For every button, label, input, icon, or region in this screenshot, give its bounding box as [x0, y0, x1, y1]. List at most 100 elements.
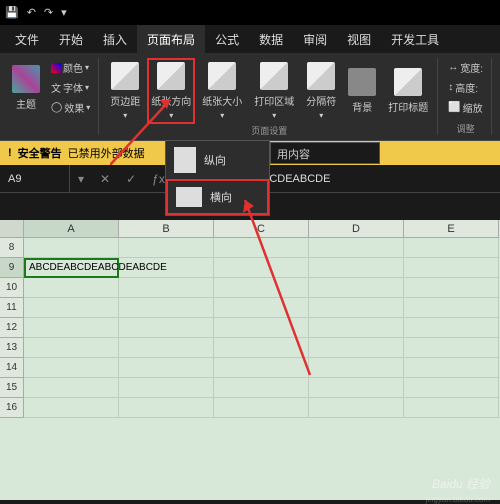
cell[interactable]	[404, 398, 499, 418]
cell[interactable]	[119, 318, 214, 338]
cell[interactable]	[214, 398, 309, 418]
menu-home[interactable]: 开始	[49, 25, 93, 54]
cell[interactable]	[119, 398, 214, 418]
cell[interactable]	[214, 278, 309, 298]
cancel-icon[interactable]: ✕	[92, 172, 118, 186]
cell[interactable]	[404, 278, 499, 298]
menu-review[interactable]: 审阅	[293, 25, 337, 54]
size-button[interactable]: 纸张大小▾	[197, 59, 247, 123]
cell[interactable]	[214, 338, 309, 358]
cell[interactable]	[119, 358, 214, 378]
save-icon[interactable]: 💾	[5, 6, 19, 19]
menu-layout[interactable]: 页面布局	[137, 25, 205, 54]
undo-icon[interactable]: ↶	[27, 6, 36, 19]
background-button[interactable]: 背景	[343, 65, 381, 117]
cell[interactable]	[24, 298, 119, 318]
menu-dev[interactable]: 开发工具	[381, 25, 449, 54]
breaks-button[interactable]: 分隔符▾	[301, 59, 341, 123]
row-header[interactable]: 16	[0, 398, 24, 418]
select-all-corner[interactable]	[0, 220, 24, 238]
col-header[interactable]: A	[24, 220, 119, 238]
menu-formula[interactable]: 公式	[205, 25, 249, 54]
warning-icon: !	[8, 147, 12, 159]
cell[interactable]	[119, 278, 214, 298]
row-header[interactable]: 11	[0, 298, 24, 318]
portrait-option[interactable]: 纵向	[166, 141, 269, 179]
orientation-button[interactable]: 纸张方向▾	[147, 58, 195, 124]
cell[interactable]	[404, 258, 499, 278]
menu-file[interactable]: 文件	[5, 25, 49, 54]
landscape-option[interactable]: 横向	[166, 179, 269, 215]
cell[interactable]	[309, 378, 404, 398]
col-header[interactable]: B	[119, 220, 214, 238]
namebox-dropdown-icon[interactable]: ▾	[70, 172, 92, 186]
qat-more-icon[interactable]: ▾	[61, 6, 67, 19]
cell[interactable]	[309, 258, 404, 278]
row-header[interactable]: 9	[0, 258, 24, 278]
col-header[interactable]: D	[309, 220, 404, 238]
row-header[interactable]: 8	[0, 238, 24, 258]
cell[interactable]	[24, 378, 119, 398]
cell[interactable]	[24, 318, 119, 338]
cell[interactable]	[404, 238, 499, 258]
cell[interactable]	[404, 338, 499, 358]
warning-text: 已禁用外部数据	[68, 145, 145, 161]
cell[interactable]	[214, 298, 309, 318]
name-box[interactable]: A9	[0, 165, 70, 192]
cell-a9[interactable]: ABCDEABCDEABCDEABCDE	[24, 258, 119, 278]
menu-view[interactable]: 视图	[337, 25, 381, 54]
size-icon	[208, 62, 236, 90]
cell[interactable]	[309, 318, 404, 338]
redo-icon[interactable]: ↷	[44, 6, 53, 19]
effects-button[interactable]: ◯效果▾	[47, 98, 94, 117]
cell[interactable]	[24, 278, 119, 298]
cell[interactable]	[119, 298, 214, 318]
cell[interactable]	[309, 358, 404, 378]
group-label-adjust: 调整	[444, 122, 487, 135]
col-header[interactable]: E	[404, 220, 499, 238]
row-header[interactable]: 12	[0, 318, 24, 338]
cell[interactable]	[214, 378, 309, 398]
cell[interactable]	[119, 238, 214, 258]
titles-button[interactable]: 打印标题	[383, 65, 433, 117]
cell[interactable]	[309, 238, 404, 258]
cell[interactable]	[119, 378, 214, 398]
margins-button[interactable]: 页边距▾	[105, 59, 145, 123]
cell[interactable]	[214, 318, 309, 338]
scale-button[interactable]: ⬜缩放	[444, 98, 487, 117]
width-button[interactable]: ↔宽度:	[444, 58, 487, 77]
confirm-icon[interactable]: ✓	[118, 172, 144, 186]
cell[interactable]	[309, 278, 404, 298]
cell[interactable]	[404, 378, 499, 398]
cell[interactable]	[24, 338, 119, 358]
row-header[interactable]: 10	[0, 278, 24, 298]
menu-data[interactable]: 数据	[249, 25, 293, 54]
cell[interactable]	[24, 358, 119, 378]
fonts-button[interactable]: 文字体▾	[47, 78, 94, 97]
row-header[interactable]: 15	[0, 378, 24, 398]
cell[interactable]	[404, 298, 499, 318]
theme-button[interactable]: 主题	[7, 62, 45, 114]
cell[interactable]	[24, 238, 119, 258]
cell[interactable]	[309, 338, 404, 358]
cell[interactable]	[214, 258, 309, 278]
cell[interactable]	[309, 298, 404, 318]
cell[interactable]	[309, 398, 404, 418]
orientation-icon	[157, 62, 185, 90]
row-header[interactable]: 13	[0, 338, 24, 358]
cell[interactable]	[214, 358, 309, 378]
col-header[interactable]: C	[214, 220, 309, 238]
cell[interactable]	[119, 258, 214, 278]
cell[interactable]	[214, 238, 309, 258]
printarea-button[interactable]: 打印区域▾	[249, 59, 299, 123]
cell[interactable]	[119, 338, 214, 358]
colors-icon	[51, 63, 61, 73]
menu-insert[interactable]: 插入	[93, 25, 137, 54]
cell[interactable]	[24, 398, 119, 418]
cell[interactable]	[404, 318, 499, 338]
row-header[interactable]: 14	[0, 358, 24, 378]
cell[interactable]	[404, 358, 499, 378]
height-button[interactable]: ↕高度:	[444, 78, 487, 97]
colors-button[interactable]: 颜色▾	[47, 58, 94, 77]
effects-icon: ◯	[51, 102, 62, 113]
